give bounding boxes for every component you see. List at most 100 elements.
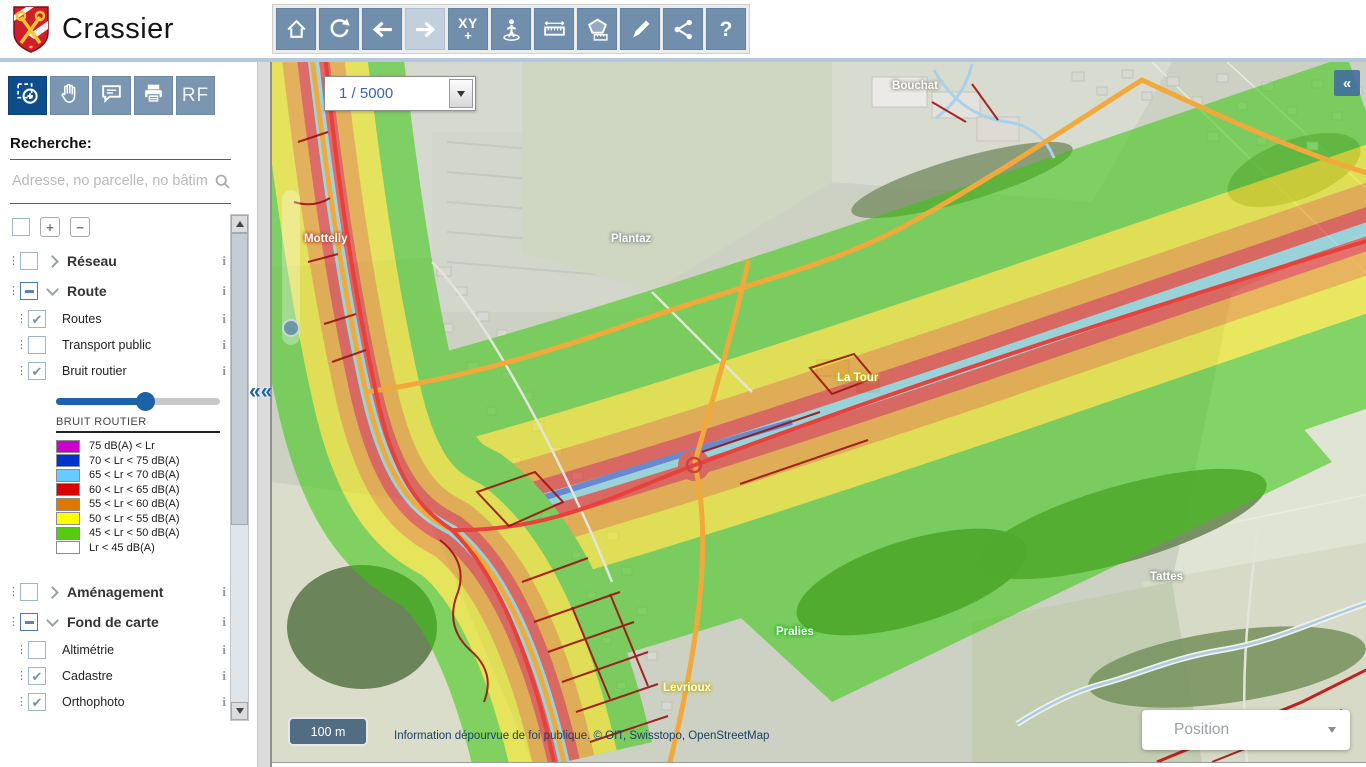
info-icon[interactable]: i — [222, 694, 226, 710]
info-icon[interactable]: i — [222, 311, 226, 327]
drag-handle-icon[interactable]: ⋮ — [8, 587, 20, 598]
info-icon[interactable]: i — [222, 253, 226, 269]
collapse-all-button[interactable]: − — [70, 217, 90, 237]
scale-select[interactable]: 1 / 5000 — [324, 76, 476, 111]
map-canvas[interactable]: MottellyPlantazBouchatLa TourTattesPrali… — [272, 62, 1366, 763]
xy-coordinates-button[interactable]: XY+ — [448, 8, 488, 50]
measure-distance-button[interactable] — [534, 8, 574, 50]
legend-color-swatch — [56, 469, 80, 482]
pan-hand-icon — [57, 81, 82, 111]
checkbox-amenagement[interactable] — [20, 583, 38, 601]
checkbox-bruit-routier[interactable]: ✔ — [28, 362, 46, 380]
checkbox-routes[interactable]: ✔ — [28, 310, 46, 328]
tree-item-label: Route — [67, 283, 107, 299]
scale-dropdown-button[interactable] — [449, 79, 473, 108]
info-icon[interactable]: i — [222, 668, 226, 684]
drag-handle-icon[interactable]: ⋮ — [8, 256, 20, 267]
comment-button[interactable] — [92, 76, 131, 115]
rf-icon: RF — [182, 85, 209, 107]
legend-color-swatch — [56, 454, 80, 467]
streetview-button[interactable] — [491, 8, 531, 50]
search-icon — [214, 173, 231, 190]
checkbox-transport-public[interactable] — [28, 336, 46, 354]
map-zoom-slider[interactable] — [282, 190, 300, 345]
drag-handle-icon[interactable]: ⋮ — [16, 697, 28, 708]
tree-item-label: Réseau — [67, 253, 117, 269]
info-icon[interactable]: i — [222, 283, 226, 299]
draw-button[interactable] — [620, 8, 660, 50]
tree-item-label: Altimétrie — [62, 643, 114, 657]
drag-handle-icon[interactable]: ⋮ — [16, 645, 28, 656]
measure-distance-icon — [542, 17, 567, 42]
checkbox-cadastre[interactable]: ✔ — [28, 667, 46, 685]
tree-item-fond-de-carte: ⋮ Fond de carte i — [4, 607, 232, 637]
checkbox-fond-de-carte[interactable] — [20, 613, 38, 631]
drag-handle-icon[interactable]: ⋮ — [16, 671, 28, 682]
info-icon[interactable]: i — [222, 337, 226, 353]
pan-hand-button[interactable] — [50, 76, 89, 115]
bruit-routier-legend: BRUIT ROUTIER 75 dB(A) < Lr70 < Lr < 75 … — [56, 392, 220, 555]
checkbox-altimetrie[interactable] — [28, 641, 46, 659]
legend-item-label: 55 < Lr < 60 dB(A) — [89, 498, 180, 510]
info-icon[interactable]: i — [222, 584, 226, 600]
chevron-down-icon[interactable] — [46, 614, 59, 627]
tree-scrollbar[interactable] — [230, 214, 249, 721]
opacity-slider-handle[interactable] — [136, 392, 155, 411]
scrollbar-up-button[interactable] — [231, 215, 248, 233]
tree-item-altimetrie: ⋮ Altimétrie i — [4, 637, 232, 663]
legend-item-label: 50 < Lr < 55 dB(A) — [89, 513, 180, 525]
position-select[interactable]: Position — [1142, 710, 1350, 750]
refresh-button[interactable] — [319, 8, 359, 50]
collapse-sidebar-button[interactable]: «« — [249, 380, 272, 404]
select-all-checkbox[interactable] — [12, 218, 30, 236]
opacity-slider[interactable] — [56, 392, 220, 410]
chevron-right-icon[interactable] — [46, 586, 59, 599]
home-button[interactable] — [276, 8, 316, 50]
map-zoom-slider-handle[interactable] — [282, 319, 300, 337]
zoom-region-button[interactable] — [8, 76, 47, 115]
checkbox-route[interactable] — [20, 282, 38, 300]
map-image — [272, 62, 1366, 762]
app-title: Crassier — [62, 13, 174, 46]
legend-item: Lr < 45 dB(A) — [56, 541, 220, 556]
legend-item: 55 < Lr < 60 dB(A) — [56, 497, 220, 512]
chevron-right-icon[interactable] — [46, 255, 59, 268]
search-label: Recherche: — [10, 135, 247, 152]
scale-value: 1 / 5000 — [325, 85, 449, 102]
scrollbar-down-button[interactable] — [231, 702, 248, 720]
help-icon: ? — [720, 19, 733, 40]
print-button[interactable] — [134, 76, 173, 115]
legend-color-swatch — [56, 512, 80, 525]
info-icon[interactable]: i — [222, 642, 226, 658]
legend-color-swatch — [56, 527, 80, 540]
drag-handle-icon[interactable]: ⋮ — [8, 617, 20, 628]
tree-item-label: Fond de carte — [67, 614, 159, 630]
legend-item-label: 70 < Lr < 75 dB(A) — [89, 455, 180, 467]
info-icon[interactable]: i — [222, 614, 226, 630]
rf-button[interactable]: RF — [176, 76, 215, 115]
collapse-toolbar-button[interactable]: « — [1334, 70, 1360, 96]
legend-item: 60 < Lr < 65 dB(A) — [56, 483, 220, 498]
print-icon — [141, 81, 166, 111]
drag-handle-icon[interactable]: ⋮ — [16, 366, 28, 377]
share-button[interactable] — [663, 8, 703, 50]
drag-handle-icon[interactable]: ⋮ — [16, 314, 28, 325]
checkbox-orthophoto[interactable]: ✔ — [28, 693, 46, 711]
legend-item-label: Lr < 45 dB(A) — [89, 542, 155, 554]
back-arrow-button[interactable] — [362, 8, 402, 50]
checkbox-reseau[interactable] — [20, 252, 38, 270]
search-input[interactable] — [10, 172, 214, 190]
legend-item: 70 < Lr < 75 dB(A) — [56, 454, 220, 469]
chevron-down-icon[interactable] — [46, 283, 59, 296]
drag-handle-icon[interactable]: ⋮ — [8, 286, 20, 297]
measure-area-button[interactable] — [577, 8, 617, 50]
tree-item-label: Bruit routier — [62, 364, 127, 378]
drag-handle-icon[interactable]: ⋮ — [16, 340, 28, 351]
forward-arrow-button[interactable] — [405, 8, 445, 50]
expand-all-button[interactable]: + — [40, 217, 60, 237]
tree-item-bruit-routier: ⋮✔ Bruit routier i — [4, 358, 232, 384]
legend-item: 50 < Lr < 55 dB(A) — [56, 512, 220, 527]
info-icon[interactable]: i — [222, 363, 226, 379]
help-button[interactable]: ? — [706, 8, 746, 50]
scrollbar-thumb[interactable] — [231, 233, 248, 525]
